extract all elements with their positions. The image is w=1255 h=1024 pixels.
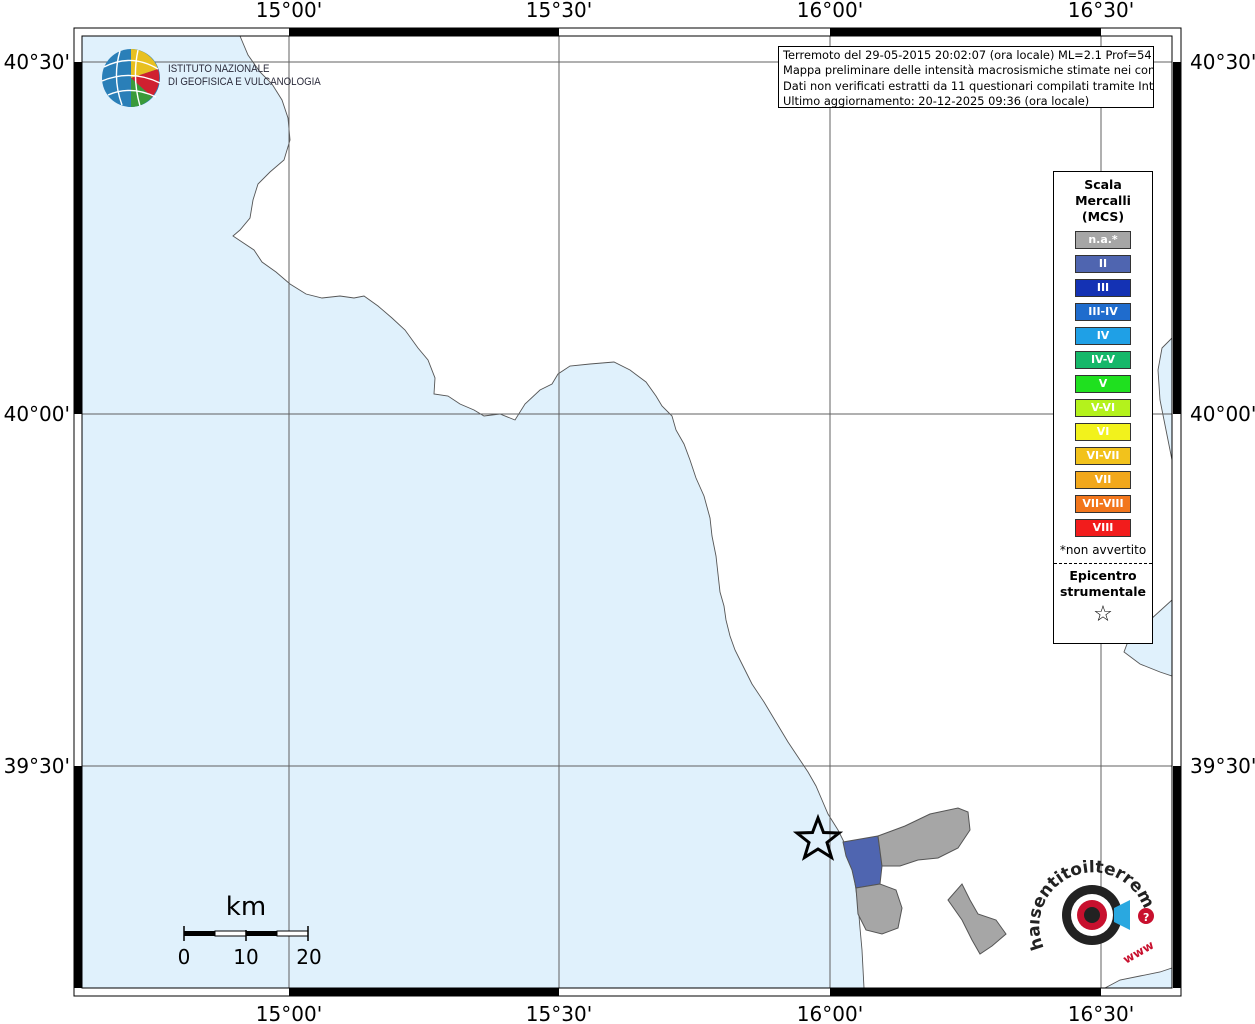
legend-class-6: V [1075,375,1131,393]
ingv-line-2: DI GEOFISICA E VULCANOLOGIA [168,76,321,88]
lat-label-left: 40°00' [4,402,70,426]
ingv-logo [101,49,161,107]
lon-label-top: 16°30' [1068,0,1134,22]
legend-class-8: VI [1075,423,1131,441]
legend-class-11: VII-VIII [1075,495,1131,513]
legend-note: *non avvertito [1059,543,1147,557]
legend-class-0: n.a.* [1075,231,1131,249]
lat-label-right: 40°00' [1190,402,1255,426]
legend-epicenter-line: Epicentro [1069,568,1137,583]
event-info-line-2: Mappa preliminare delle intensità macros… [783,63,1154,78]
scale-label-20: 20 [296,945,321,969]
legend-title: Scala Mercalli (MCS) [1054,177,1152,225]
legend-title-line: Scala [1084,177,1122,192]
ingv-logo-text: ISTITUTO NAZIONALE DI GEOFISICA E VULCAN… [168,63,321,89]
haisentito-logo: haisentitoilterremoto.it ? www [1030,860,1158,967]
legend-title-line: (MCS) [1081,209,1125,224]
legend-rows: n.a.* II III III-IV IV IV-V V V-VI VI VI-VII VII VI… [1054,231,1152,537]
legend-class-9: VI-VII [1075,447,1131,465]
event-info-box: Terremoto del 29-05-2015 20:02:07 (ora l… [778,46,1154,108]
lon-label-bottom: 15°00' [256,1002,322,1024]
lon-label-bottom: 16°30' [1068,1002,1134,1024]
legend-epicenter-label: Epicentro strumentale [1054,568,1152,600]
legend-class-1: II [1075,255,1131,273]
lon-label-top: 16°00' [797,0,863,22]
scale-unit: km [226,892,266,922]
lon-label-top: 15°30' [526,0,592,22]
legend-class-4: IV [1075,327,1131,345]
lon-label-top: 15°00' [256,0,322,22]
legend-class-3: III-IV [1075,303,1131,321]
event-info-line-4: Ultimo aggiornamento: 20-12-2025 09:36 (… [783,94,1090,108]
legend-class-10: VII [1075,471,1131,489]
event-info-line-3: Dati non verificati estratti da 11 quest… [783,78,1154,93]
legend-class-12: VIII [1075,519,1131,537]
legend-title-line: Mercalli [1075,193,1131,208]
lon-label-bottom: 15°30' [526,1002,592,1024]
svg-text:?: ? [1143,911,1149,924]
haisentito-url: www [1121,938,1157,967]
lat-label-left: 39°30' [4,754,70,778]
scale-label-0: 0 [178,945,191,969]
legend-class-2: III [1075,279,1131,297]
legend-class-7: V-VI [1075,399,1131,417]
legend-star-icon: ☆ [1093,602,1113,627]
ingv-line-1: ISTITUTO NAZIONALE [168,63,270,75]
legend-epicenter-line: strumentale [1059,584,1147,599]
event-info-line-1: Terremoto del 29-05-2015 20:02:07 (ora l… [783,48,1154,62]
lat-label-right: 40°30' [1190,50,1255,74]
legend-separator [1054,563,1152,564]
intensity-legend: Scala Mercalli (MCS) n.a.* II III III-IV IV I… [1053,171,1153,644]
legend-class-5: IV-V [1075,351,1131,369]
lon-label-bottom: 16°00' [797,1002,863,1024]
lat-label-right: 39°30' [1190,754,1255,778]
scale-label-10: 10 [233,945,258,969]
lat-label-left: 40°30' [4,50,70,74]
